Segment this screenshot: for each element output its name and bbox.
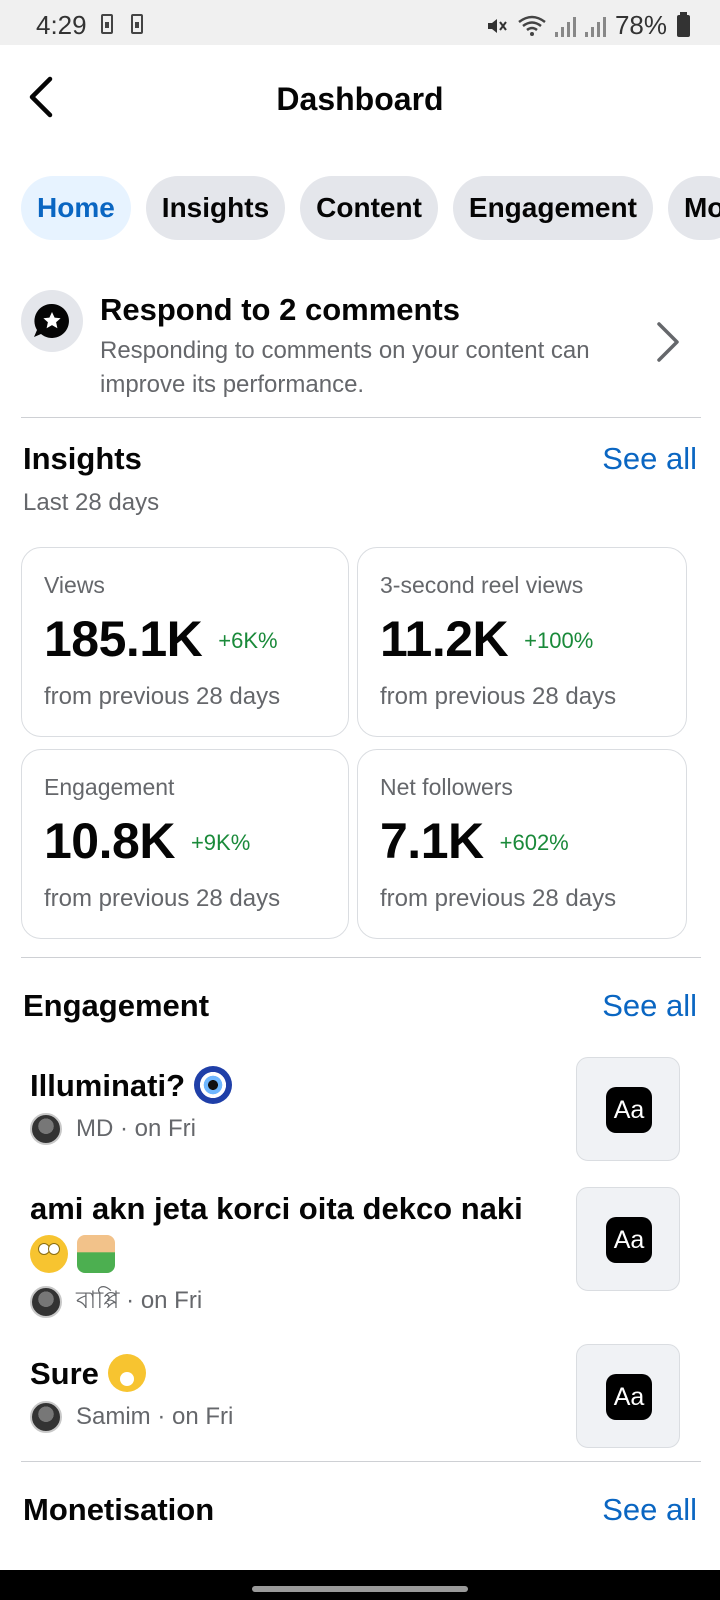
- stat-footer: from previous 28 days: [380, 885, 617, 912]
- avatar: [30, 1113, 62, 1145]
- divider: [21, 957, 701, 958]
- stat-card-views[interactable]: Views 185.1K +6K% from previous 28 days: [21, 547, 349, 737]
- stat-label: 3-second reel views: [380, 572, 584, 598]
- comment-star-icon: [34, 303, 69, 338]
- stat-change: +6K%: [218, 628, 278, 653]
- battery-icon: [677, 11, 690, 37]
- system-nav-bar: [0, 1570, 720, 1600]
- header: Dashboard: [0, 45, 720, 155]
- stat-card-reel-views[interactable]: 3-second reel views 11.2K +100% from pre…: [357, 547, 687, 737]
- status-bar: 4:29 78%: [0, 0, 720, 45]
- stat-change: +100%: [524, 628, 594, 653]
- sim-card-icon: [131, 14, 143, 34]
- stat-value: 185.1K: [44, 611, 203, 667]
- status-time: 4:29: [36, 10, 87, 40]
- avatar: [30, 1286, 62, 1318]
- divider: [21, 1461, 701, 1462]
- text-post-icon: Aa: [606, 1217, 652, 1263]
- monetisation-title: Monetisation: [23, 1492, 215, 1527]
- status-indicators: 78%: [485, 10, 690, 41]
- post-thumbnail[interactable]: Aa: [576, 1187, 680, 1291]
- sim-card-icon: [101, 14, 113, 34]
- author-name: বাপ্পি: [76, 1287, 120, 1314]
- tab-more[interactable]: Mo: [667, 176, 720, 240]
- stat-card-engagement[interactable]: Engagement 10.8K +9K% from previous 28 d…: [21, 749, 349, 939]
- engagement-item-text: Illuminati?: [30, 1063, 550, 1109]
- post-thumbnail[interactable]: Aa: [576, 1344, 680, 1448]
- stat-label: Engagement: [44, 774, 175, 800]
- post-time: · on Fri: [120, 1115, 197, 1142]
- facepalm-icon: [76, 1235, 115, 1273]
- stat-value: 10.8K: [44, 813, 175, 869]
- evil-eye-icon: [193, 1066, 232, 1104]
- post-thumbnail[interactable]: Aa: [576, 1057, 680, 1161]
- stat-value: 7.1K: [380, 813, 484, 869]
- insights-title: Insights: [23, 441, 142, 476]
- stat-card-net-followers[interactable]: Net followers 7.1K +602% from previous 2…: [357, 749, 687, 939]
- stat-footer: from previous 28 days: [44, 885, 281, 912]
- stat-footer: from previous 28 days: [44, 683, 281, 710]
- text-post-icon: Aa: [606, 1374, 652, 1420]
- stat-change: +602%: [499, 830, 569, 855]
- text-post-icon: Aa: [606, 1087, 652, 1133]
- engagement-item-text: ami akn jeta korci oita dekco naki: [30, 1186, 550, 1278]
- mute-icon: [487, 18, 507, 33]
- yawn-icon: [107, 1354, 146, 1392]
- stat-footer: from previous 28 days: [380, 683, 617, 710]
- home-indicator[interactable]: [252, 1586, 468, 1592]
- insights-see-all-link[interactable]: See all: [602, 441, 697, 477]
- respond-comments-card[interactable]: Respond to 2 comments Responding to comm…: [21, 282, 701, 418]
- respond-title: Respond to 2 comments: [100, 292, 460, 327]
- wifi-icon: [518, 15, 546, 36]
- tab-engagement[interactable]: Engagement: [452, 176, 653, 240]
- stat-value: 11.2K: [380, 611, 509, 667]
- page-title: Dashboard: [276, 81, 444, 117]
- author-name: Samim: [76, 1403, 151, 1430]
- signal-icon: [554, 15, 577, 37]
- post-time: · on Fri: [157, 1403, 234, 1430]
- stat-label: Net followers: [380, 774, 513, 800]
- comment-icon-wrap: [21, 290, 83, 352]
- post-time: · on Fri: [126, 1287, 203, 1314]
- stat-label: Views: [44, 572, 105, 598]
- engagement-item-text: Sure: [30, 1351, 550, 1397]
- author-name: MD: [76, 1115, 114, 1142]
- engagement-see-all-link[interactable]: See all: [602, 988, 697, 1024]
- respond-description: Responding to comments on your content c…: [100, 337, 590, 398]
- avatar: [30, 1401, 62, 1433]
- insights-period: Last 28 days: [23, 489, 160, 516]
- chevron-right-icon: [657, 322, 679, 362]
- tab-insights[interactable]: Insights: [145, 176, 286, 240]
- eyeroll-icon: [30, 1235, 68, 1273]
- stat-change: +9K%: [190, 830, 251, 855]
- battery-percent: 78%: [614, 10, 667, 40]
- signal-icon: [584, 15, 607, 37]
- monetisation-see-all-link[interactable]: See all: [602, 1492, 697, 1528]
- tab-content[interactable]: Content: [300, 176, 438, 240]
- tab-bar: Home Insights Content Engagement Mo: [21, 176, 720, 240]
- tab-home[interactable]: Home: [21, 176, 131, 240]
- engagement-title: Engagement: [23, 988, 210, 1023]
